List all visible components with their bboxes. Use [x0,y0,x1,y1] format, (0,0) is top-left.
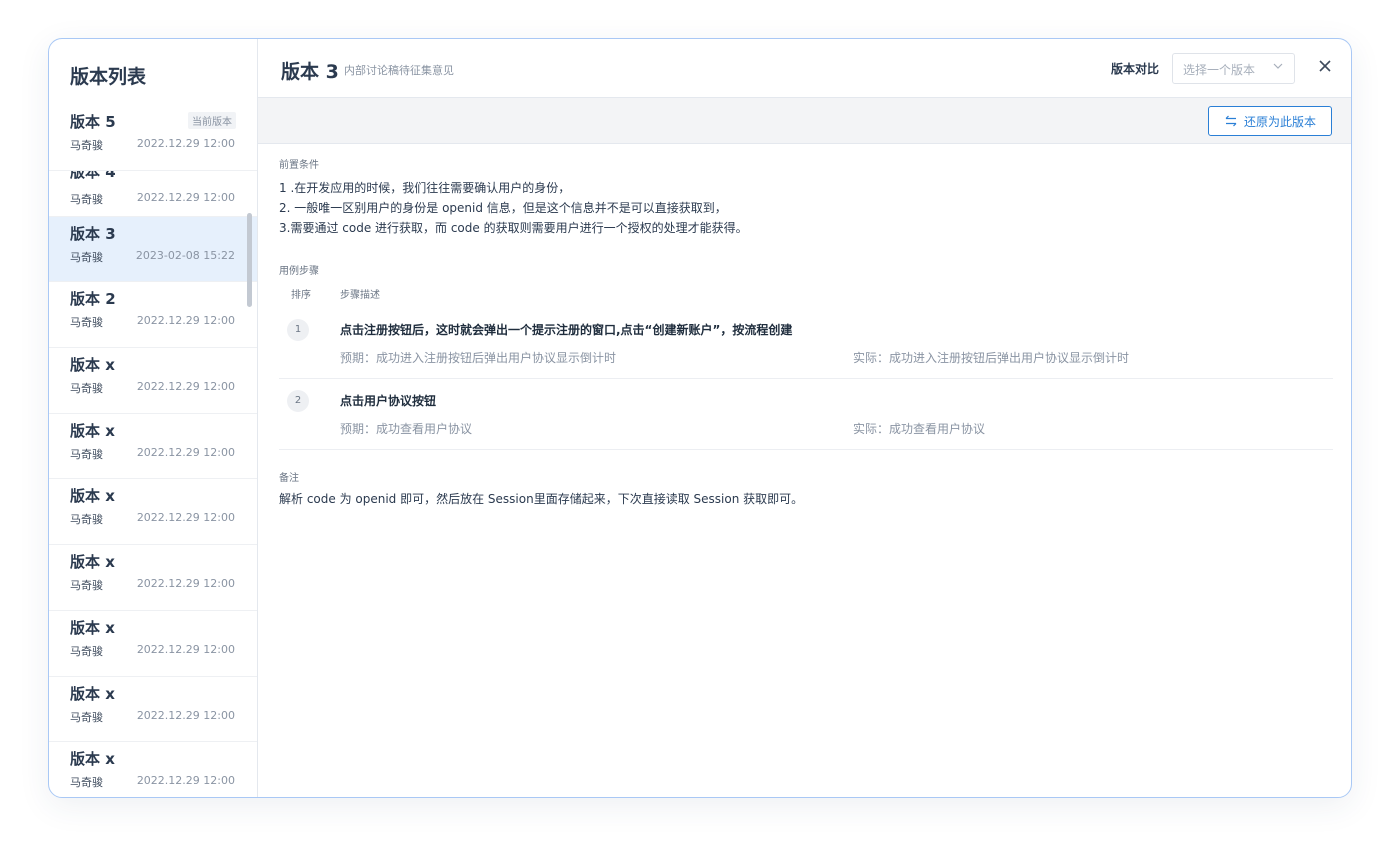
version-item-x[interactable]: 版本 x 马奇骏 2022.12.29 12:00 [49,545,257,611]
version-author: 马奇骏 [70,139,103,152]
version-author: 马奇骏 [70,192,103,206]
version-author: 马奇骏 [70,382,103,396]
version-author: 马奇骏 [70,316,103,330]
close-icon[interactable] [1316,57,1334,75]
step-number: 1 [287,319,309,341]
precondition-line: 1 .在开发应用的时候，我们往往需要确认用户的身份， [279,181,571,195]
version-item-2[interactable]: 版本 2 马奇骏 2022.12.29 12:00 [49,282,257,349]
version-list-sidebar: 版本列表 版本 5 当前版本 马奇骏 2022.12.29 12:00 版本 4… [49,39,258,797]
version-time: 2022.12.29 12:00 [136,774,235,788]
version-time: 2022.12.29 12:00 [136,445,235,459]
column-header-order: 排序 [291,290,311,301]
step-row: 2 点击用户协议按钮 预期：成功查看用户协议 实际：成功查看用户协议 [279,379,1333,450]
version-item-x[interactable]: 版本 x 马奇骏 2022.12.29 12:00 [49,479,257,546]
version-author: 马奇骏 [70,776,103,790]
step-title: 点击用户协议按钮 [340,394,437,408]
precondition-label: 前置条件 [279,160,319,171]
step-expected: 预期：成功查看用户协议 [340,422,473,436]
version-name: 版本 3 [70,224,116,243]
detail-content: 前置条件 1 .在开发应用的时候，我们往往需要确认用户的身份， 2. 一般唯一区… [279,144,1333,797]
version-item-3[interactable]: 版本 3 马奇骏 2023-02-08 15:22 [49,216,257,283]
compare-label: 版本对比 [1111,62,1160,76]
version-time: 2023-02-08 15:22 [135,248,235,262]
version-author: 马奇骏 [70,513,103,527]
version-name: 版本 x [70,684,115,703]
version-item-5[interactable]: 版本 5 当前版本 马奇骏 2022.12.29 12:00 [49,105,257,171]
version-name: 版本 x [70,356,115,375]
version-name: 版本 5 [70,113,116,131]
version-name: 版本 x [70,750,115,769]
version-time: 2022.12.29 12:00 [136,577,235,591]
current-version-badge: 当前版本 [188,112,236,129]
version-author: 马奇骏 [70,644,103,658]
version-time: 2022.12.29 12:00 [136,380,235,394]
step-expected: 预期：成功进入注册按钮后弹出用户协议显示倒计时 [340,351,617,365]
version-item-4[interactable]: 版本 4 马奇骏 2022.12.29 12:00 [49,170,257,217]
step-actual: 实际：成功查看用户协议 [853,422,986,436]
sidebar-scrollbar[interactable] [247,213,252,307]
restore-label: 还原为此版本 [1243,114,1316,129]
step-row: 1 点击注册按钮后，这时就会弹出一个提示注册的窗口,点击“创建新账户”，按流程创… [279,308,1333,379]
version-time: 2022.12.29 12:00 [136,642,235,656]
version-name: 版本 x [70,618,115,637]
precondition-line: 3.需要通过 code 进行获取，而 code 的获取则需要用户进行一个授权的处… [279,221,748,235]
detail-toolbar: 还原为此版本 [258,98,1351,144]
detail-header: 版本 3 内部讨论稿待征集意见 版本对比 选择一个版本 [258,39,1351,98]
version-item-x[interactable]: 版本 x 马奇骏 2022.12.29 12:00 [49,348,257,414]
version-item-x[interactable]: 版本 x 马奇骏 2022.12.29 12:00 [49,414,257,480]
version-name: 版本 x [70,421,115,440]
version-time: 2022.12.29 12:00 [136,511,235,525]
step-actual: 实际：成功进入注册按钮后弹出用户协议显示倒计时 [853,351,1130,365]
sidebar-title: 版本列表 [70,66,147,88]
step-number: 2 [287,390,309,412]
version-item-x[interactable]: 版本 x 马奇骏 2022.12.29 12:00 [49,677,257,743]
note-text: 解析 code 为 openid 即可，然后放在 Session里面存储起来，下… [279,492,804,506]
precondition-line: 2. 一般唯一区别用户的身份是 openid 信息，但是这个信息并不是可以直接获… [279,201,727,215]
compare-version-select[interactable]: 选择一个版本 [1172,53,1295,84]
version-time: 2022.12.29 12:00 [136,314,235,328]
version-author: 马奇骏 [70,710,103,724]
page-title: 版本 3 [281,61,339,83]
version-name: 版本 2 [70,290,116,309]
compare-select-placeholder: 选择一个版本 [1183,63,1256,77]
version-author: 马奇骏 [70,250,103,264]
page-subtitle: 内部讨论稿待征集意见 [344,64,454,77]
steps-label: 用例步骤 [279,266,319,277]
version-author: 马奇骏 [70,579,103,593]
version-name: 版本 x [70,553,115,572]
version-time: 2022.12.29 12:00 [136,137,235,150]
version-time: 2022.12.29 12:00 [136,708,235,722]
version-item-x[interactable]: 版本 x 马奇骏 2022.12.29 12:00 [49,742,257,797]
version-author: 马奇骏 [70,447,103,461]
version-item-x[interactable]: 版本 x 马奇骏 2022.12.29 12:00 [49,611,257,677]
version-history-dialog: 版本列表 版本 5 当前版本 马奇骏 2022.12.29 12:00 版本 4… [48,38,1352,798]
column-header-description: 步骤描述 [340,290,380,301]
version-name: 版本 4 [70,170,116,181]
precondition-text: 1 .在开发应用的时候，我们往往需要确认用户的身份， 2. 一般唯一区别用户的身… [279,178,748,238]
swap-icon [1225,115,1237,127]
version-time: 2022.12.29 12:00 [136,190,235,204]
version-list: 版本 5 当前版本 马奇骏 2022.12.29 12:00 版本 4 马奇骏 … [49,105,257,797]
version-detail: 版本 3 内部讨论稿待征集意见 版本对比 选择一个版本 还原为此版本 前置条件 … [258,39,1351,797]
step-title: 点击注册按钮后，这时就会弹出一个提示注册的窗口,点击“创建新账户”，按流程创建 [340,323,793,337]
chevron-down-icon [1273,63,1283,69]
version-name: 版本 x [70,487,115,506]
note-label: 备注 [279,473,299,484]
restore-version-button[interactable]: 还原为此版本 [1208,106,1332,136]
